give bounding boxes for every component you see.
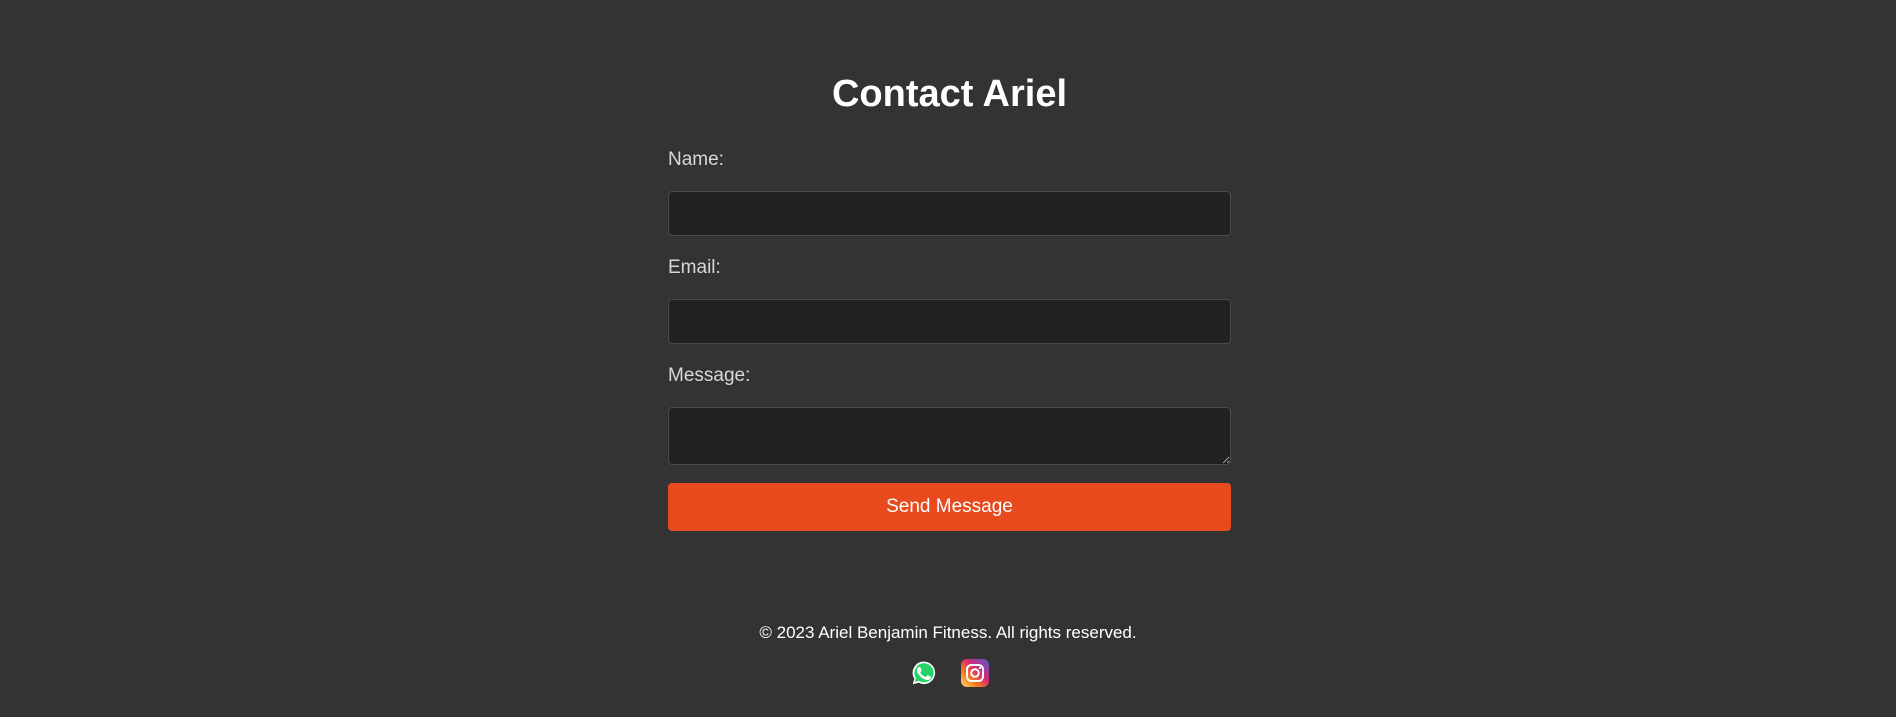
- instagram-link[interactable]: [961, 659, 989, 687]
- whatsapp-icon: [910, 659, 938, 687]
- name-label: Name:: [668, 149, 724, 170]
- instagram-icon: [961, 659, 989, 687]
- email-label: Email:: [668, 257, 721, 278]
- email-input[interactable]: [668, 299, 1231, 344]
- name-input[interactable]: [668, 191, 1231, 236]
- copyright-text: © 2023 Ariel Benjamin Fitness. All right…: [759, 623, 1137, 642]
- whatsapp-link[interactable]: [910, 659, 938, 687]
- message-textarea[interactable]: [668, 407, 1231, 465]
- send-message-button[interactable]: Send Message: [668, 483, 1231, 531]
- page-title: Contact Ariel: [831, 73, 1068, 115]
- message-label: Message:: [668, 365, 751, 386]
